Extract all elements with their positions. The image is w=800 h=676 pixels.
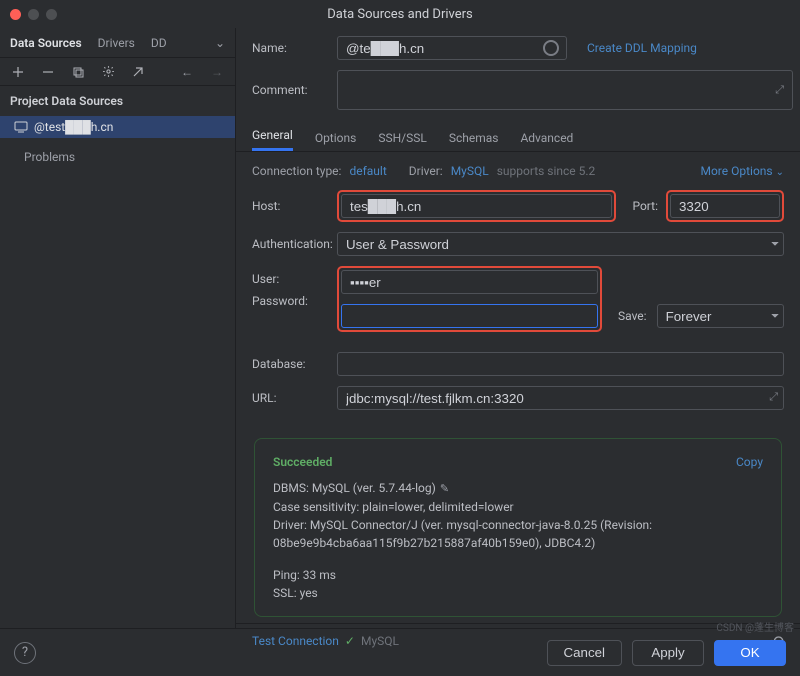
tab-data-sources[interactable]: Data Sources bbox=[10, 36, 82, 50]
password-label: Password: bbox=[252, 294, 337, 308]
name-label: Name: bbox=[252, 41, 337, 55]
password-input[interactable] bbox=[341, 304, 598, 328]
remove-icon[interactable] bbox=[40, 64, 56, 80]
make-global-icon[interactable] bbox=[130, 64, 146, 80]
settings-icon[interactable] bbox=[100, 64, 116, 80]
connection-result: Succeeded Copy DBMS: MySQL (ver. 5.7.44-… bbox=[254, 438, 782, 617]
tab-options[interactable]: Options bbox=[315, 131, 357, 151]
connection-meta: Connection type: default Driver: MySQL s… bbox=[236, 152, 800, 182]
data-source-item[interactable]: @test███h.cn bbox=[0, 116, 235, 138]
cancel-button[interactable]: Cancel bbox=[547, 640, 623, 666]
sidebar-tabs: Data Sources Drivers DD ⌄ bbox=[0, 28, 235, 58]
url-label: URL: bbox=[252, 391, 337, 405]
create-ddl-link[interactable]: Create DDL Mapping bbox=[587, 41, 697, 55]
result-ssl: SSL: yes bbox=[273, 584, 763, 602]
forward-icon[interactable]: → bbox=[209, 64, 225, 80]
port-highlight bbox=[666, 190, 784, 222]
tab-schemas[interactable]: Schemas bbox=[449, 131, 499, 151]
result-dbms: DBMS: MySQL (ver. 5.7.44-log) bbox=[273, 481, 436, 495]
apply-button[interactable]: Apply bbox=[632, 640, 704, 666]
chevron-down-icon: ⌄ bbox=[776, 167, 784, 178]
section-title: Project Data Sources bbox=[0, 86, 235, 116]
result-status: Succeeded bbox=[273, 453, 332, 471]
driver-link[interactable]: MySQL bbox=[451, 164, 489, 178]
port-input[interactable] bbox=[670, 194, 780, 218]
save-select[interactable]: Forever bbox=[657, 304, 784, 328]
engine-label: MySQL bbox=[361, 634, 399, 648]
check-icon: ✓ bbox=[345, 634, 355, 648]
result-driver: Driver: MySQL Connector/J (ver. mysql-co… bbox=[273, 516, 763, 552]
detail-tabs: General Options SSH/SSL Schemas Advanced bbox=[236, 128, 800, 152]
copy-link[interactable]: Copy bbox=[736, 453, 763, 471]
auth-label: Authentication: bbox=[252, 237, 337, 251]
sidebar: Data Sources Drivers DD ⌄ ← → Project Da… bbox=[0, 28, 236, 628]
help-button[interactable]: ? bbox=[14, 642, 36, 664]
detail-panel: Name: Create DDL Mapping Comment: ⤢ Gene… bbox=[236, 28, 800, 628]
database-label: Database: bbox=[252, 357, 337, 371]
tab-advanced[interactable]: Advanced bbox=[520, 131, 573, 151]
host-label: Host: bbox=[252, 199, 337, 213]
comment-input[interactable] bbox=[337, 70, 793, 110]
tab-ssh-ssl[interactable]: SSH/SSL bbox=[378, 131, 426, 151]
result-case: Case sensitivity: plain=lower, delimited… bbox=[273, 498, 763, 516]
save-label: Save: bbox=[618, 309, 647, 323]
add-icon[interactable] bbox=[10, 64, 26, 80]
chevron-down-icon[interactable]: ⌄ bbox=[215, 36, 225, 50]
database-input[interactable] bbox=[337, 352, 784, 376]
titlebar: Data Sources and Drivers bbox=[0, 0, 800, 28]
tab-dd[interactable]: DD bbox=[151, 36, 167, 50]
tab-drivers[interactable]: Drivers bbox=[98, 36, 135, 50]
result-ping: Ping: 33 ms bbox=[273, 566, 763, 584]
duplicate-icon[interactable] bbox=[70, 64, 86, 80]
watermark: CSDN @蓬生博客 bbox=[716, 619, 794, 634]
conn-type-label: Connection type: bbox=[252, 164, 341, 178]
device-icon bbox=[14, 121, 28, 133]
driver-support: supports since 5.2 bbox=[497, 164, 596, 178]
name-input[interactable] bbox=[337, 36, 567, 60]
host-input[interactable] bbox=[341, 194, 612, 218]
tab-general[interactable]: General bbox=[252, 128, 293, 151]
port-label: Port: bbox=[632, 199, 658, 213]
data-source-label: @test███h.cn bbox=[34, 120, 113, 134]
credentials-highlight bbox=[337, 266, 602, 332]
window-title: Data Sources and Drivers bbox=[0, 7, 800, 22]
user-input[interactable] bbox=[341, 270, 598, 294]
auth-select[interactable]: User & Password bbox=[337, 232, 784, 256]
url-input[interactable] bbox=[337, 386, 784, 410]
edit-icon[interactable]: ✎ bbox=[440, 482, 449, 495]
more-options-link[interactable]: More Options⌄ bbox=[700, 164, 784, 178]
ok-button[interactable]: OK bbox=[714, 640, 786, 666]
user-label: User: bbox=[252, 266, 337, 286]
conn-type-link[interactable]: default bbox=[349, 164, 386, 178]
test-connection-link[interactable]: Test Connection bbox=[252, 634, 339, 648]
comment-label: Comment: bbox=[252, 83, 337, 97]
host-highlight bbox=[337, 190, 616, 222]
back-icon[interactable]: ← bbox=[179, 64, 195, 80]
driver-label: Driver: bbox=[409, 164, 443, 178]
problems-section[interactable]: Problems bbox=[0, 138, 235, 176]
sidebar-toolbar: ← → bbox=[0, 58, 235, 86]
